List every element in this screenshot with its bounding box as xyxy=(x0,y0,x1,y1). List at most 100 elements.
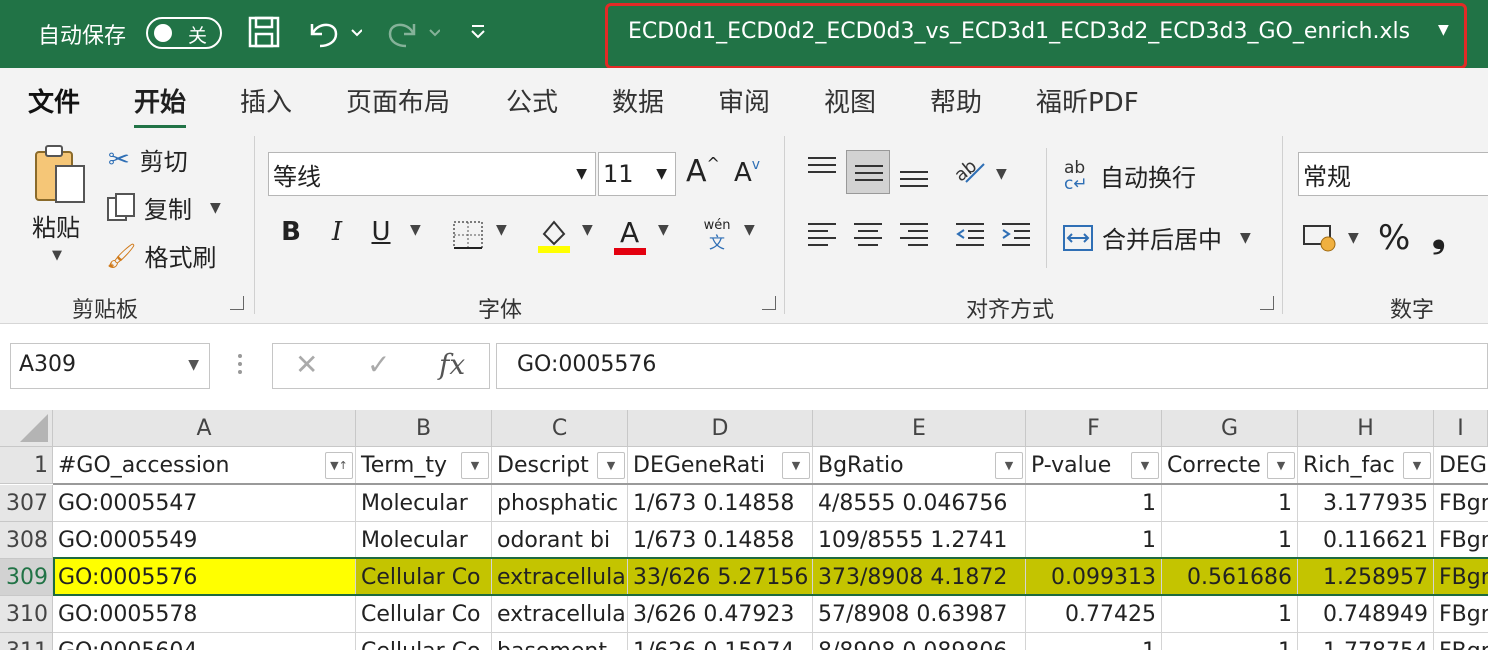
table-cell[interactable]: 1 xyxy=(1026,485,1162,522)
wrap-text-button[interactable]: ab c↵ 自动换行 xyxy=(1064,158,1196,193)
font-name-combo[interactable]: 等线 ▼ xyxy=(268,152,596,196)
shrink-font-button[interactable]: Av xyxy=(734,157,760,188)
autosave-toggle[interactable]: 关 xyxy=(146,17,222,49)
save-icon[interactable] xyxy=(244,12,284,52)
redo-icon[interactable] xyxy=(382,12,442,52)
table-cell[interactable]: Cellular Co xyxy=(356,633,492,650)
table-cell[interactable]: 0.77425 xyxy=(1026,596,1162,633)
align-right-icon[interactable] xyxy=(898,220,930,254)
table-cell[interactable]: Molecular xyxy=(356,522,492,559)
active-cell[interactable]: GO:0005576 xyxy=(53,559,356,596)
chevron-down-icon[interactable]: ▼ xyxy=(1240,230,1251,246)
column-header-h[interactable]: H xyxy=(1298,410,1434,447)
row-header[interactable]: 310 xyxy=(0,596,53,633)
chevron-down-icon[interactable]: ▼ xyxy=(582,222,593,238)
table-cell[interactable]: GO:0005549 xyxy=(53,522,356,559)
chevron-down-icon[interactable]: ▼ xyxy=(1438,22,1449,38)
header-cell[interactable]: BgRatio ▼ xyxy=(813,447,1026,484)
table-cell[interactable]: Cellular Co xyxy=(356,596,492,633)
chevron-down-icon[interactable]: ▼ xyxy=(744,222,755,238)
table-cell[interactable]: 373/8908 4.1872 xyxy=(813,559,1026,596)
table-cell[interactable]: 1/673 0.14858 xyxy=(628,522,813,559)
row-header[interactable]: 309 xyxy=(0,559,53,596)
table-cell[interactable]: 1 xyxy=(1162,596,1298,633)
align-center-icon[interactable] xyxy=(852,220,884,254)
align-bottom-icon[interactable] xyxy=(898,160,930,194)
document-filename[interactable]: ECD0d1_ECD0d2_ECD0d3_vs_ECD3d1_ECD3d2_EC… xyxy=(628,19,1410,44)
name-box[interactable]: A309 ▼ xyxy=(10,343,210,389)
column-header-d[interactable]: D xyxy=(628,410,813,447)
sort-filter-icon[interactable]: ▼↑ xyxy=(325,452,353,479)
dialog-launcher-icon[interactable] xyxy=(230,296,244,310)
grow-font-button[interactable]: A ^ xyxy=(686,154,720,189)
align-middle-icon[interactable] xyxy=(846,150,890,194)
row-header[interactable]: 1 xyxy=(0,447,53,484)
dialog-launcher-icon[interactable] xyxy=(762,296,776,310)
tab-review[interactable]: 审阅 xyxy=(718,82,770,119)
merge-center-button[interactable]: 合并后居中 ▼ xyxy=(1062,220,1251,255)
row-header[interactable]: 311 xyxy=(0,633,53,650)
table-cell[interactable]: 0.116621 xyxy=(1298,522,1434,559)
chevron-down-icon[interactable]: ▼ xyxy=(658,222,669,238)
underline-button[interactable]: U xyxy=(366,212,396,252)
table-cell[interactable]: 3.177935 xyxy=(1298,485,1434,522)
tab-insert[interactable]: 插入 xyxy=(240,82,292,119)
number-format-combo[interactable]: 常规 xyxy=(1298,152,1488,196)
column-header-g[interactable]: G xyxy=(1162,410,1298,447)
column-header-e[interactable]: E xyxy=(813,410,1026,447)
chevron-down-icon[interactable]: ▼ xyxy=(188,357,199,373)
copy-button[interactable]: 复制 ▼ xyxy=(106,190,221,225)
header-cell[interactable]: Descript ▼ xyxy=(492,447,628,484)
chevron-down-icon[interactable]: ▼ xyxy=(496,222,507,238)
chevron-down-icon[interactable]: ▼ xyxy=(410,222,421,238)
cut-button[interactable]: ✂ 剪切 xyxy=(108,142,188,177)
tab-formulas[interactable]: 公式 xyxy=(506,82,558,119)
tab-help[interactable]: 帮助 xyxy=(930,82,982,119)
chevron-down-icon[interactable]: ▼ xyxy=(210,200,221,216)
filter-dropdown-icon[interactable]: ▼ xyxy=(1267,452,1295,479)
borders-icon[interactable] xyxy=(452,220,484,254)
column-header-b[interactable]: B xyxy=(356,410,492,447)
italic-button[interactable]: I xyxy=(322,212,352,252)
table-cell[interactable]: 3/626 0.47923 xyxy=(628,596,813,633)
table-cell[interactable]: 1 xyxy=(1162,522,1298,559)
select-all-corner[interactable] xyxy=(0,410,53,447)
column-header-c[interactable]: C xyxy=(492,410,628,447)
table-cell[interactable]: 109/8555 1.2741 xyxy=(813,522,1026,559)
bold-button[interactable]: B xyxy=(276,212,306,252)
table-cell[interactable]: 1/626 0.15974 xyxy=(628,633,813,650)
table-cell[interactable]: 1 xyxy=(1162,633,1298,650)
table-cell[interactable]: 1/673 0.14858 xyxy=(628,485,813,522)
tab-home[interactable]: 开始 xyxy=(134,82,187,129)
chevron-down-icon[interactable]: ▼ xyxy=(576,166,587,182)
tab-foxit-pdf[interactable]: 福昕PDF xyxy=(1036,82,1139,119)
customize-quick-access-icon[interactable] xyxy=(464,12,492,52)
table-cell[interactable]: Cellular Co xyxy=(356,559,492,596)
header-cell[interactable]: P-value ▼ xyxy=(1026,447,1162,484)
accounting-format-icon[interactable] xyxy=(1302,220,1338,258)
table-cell[interactable]: GO:0005547 xyxy=(53,485,356,522)
table-cell[interactable]: 0.561686 xyxy=(1162,559,1298,596)
table-cell[interactable]: 4/8555 0.046756 xyxy=(813,485,1026,522)
column-header-a[interactable]: A xyxy=(53,410,356,447)
decrease-indent-icon[interactable] xyxy=(954,220,986,254)
tab-page-layout[interactable]: 页面布局 xyxy=(346,82,450,119)
header-cell[interactable]: DEGeneRati ▼ xyxy=(628,447,813,484)
table-cell[interactable]: 1 xyxy=(1162,485,1298,522)
table-cell[interactable]: basement xyxy=(492,633,628,650)
filter-dropdown-icon[interactable]: ▼ xyxy=(782,452,810,479)
header-cell[interactable]: #GO_accession ▼↑ xyxy=(53,447,356,484)
chevron-down-icon[interactable]: ▼ xyxy=(996,166,1007,182)
percent-style-button[interactable]: % xyxy=(1378,218,1410,258)
undo-icon[interactable] xyxy=(304,12,364,52)
table-cell[interactable]: phosphatic xyxy=(492,485,628,522)
comma-style-button[interactable]: ❟ xyxy=(1432,216,1445,256)
table-cell[interactable]: 33/626 5.27156 xyxy=(628,559,813,596)
chevron-down-icon[interactable]: ▼ xyxy=(656,166,667,182)
table-cell[interactable]: 8/8908 0.089806 xyxy=(813,633,1026,650)
enter-icon[interactable]: ✓ xyxy=(367,348,390,381)
tab-view[interactable]: 视图 xyxy=(824,82,876,119)
dialog-launcher-icon[interactable] xyxy=(1260,296,1274,310)
tab-file[interactable]: 文件 xyxy=(28,82,80,119)
table-cell[interactable]: extracellula xyxy=(492,596,628,633)
